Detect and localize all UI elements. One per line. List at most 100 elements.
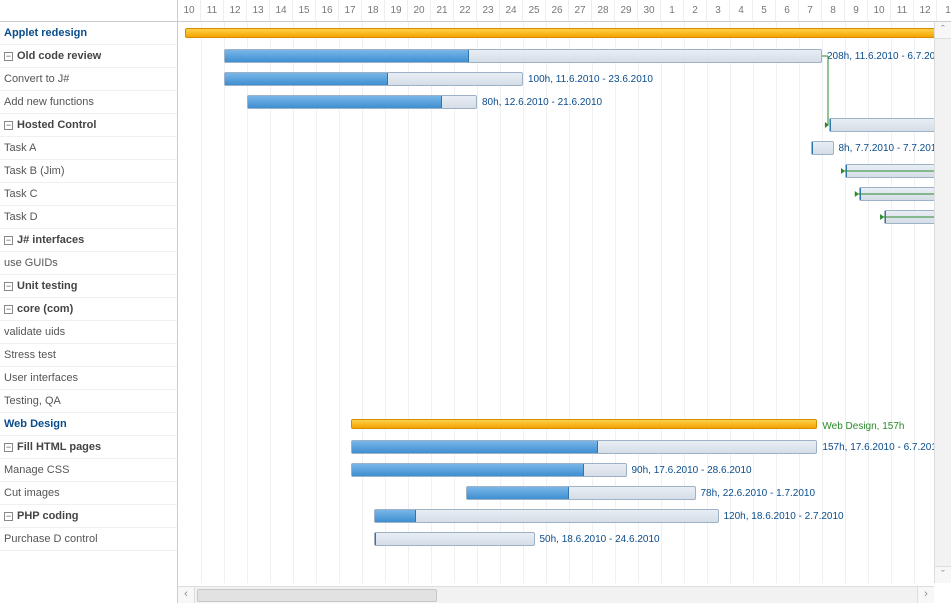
gantt-chart: Applet redesign−Old code reviewConvert t…	[0, 0, 951, 603]
gantt-bar[interactable]: 100h, 11.6.2010 - 23.6.2010	[224, 72, 523, 86]
row-label: Task A	[4, 142, 36, 154]
collapse-icon[interactable]: −	[4, 121, 13, 130]
progress-fill	[812, 142, 813, 154]
tree-row[interactable]: Convert to J#	[0, 68, 177, 91]
scroll-down-icon[interactable]: ˇ	[935, 566, 951, 583]
bar-caption: 120h, 18.6.2010 - 2.7.2010	[724, 510, 844, 524]
tree-row[interactable]: −Hosted Control	[0, 114, 177, 137]
progress-fill	[225, 50, 469, 62]
progress-fill	[225, 73, 388, 85]
gantt-bar[interactable]: 120h, 18.6.2010 - 2.7.2010	[374, 509, 719, 523]
task-tree-panel: Applet redesign−Old code reviewConvert t…	[0, 0, 178, 603]
collapse-icon[interactable]: −	[4, 305, 13, 314]
collapse-icon[interactable]: −	[4, 236, 13, 245]
row-label: User interfaces	[4, 372, 78, 384]
bar-caption: 208h, 11.6.2010 - 6.7.2010	[827, 50, 946, 64]
timeline-header: 1011121314151617181920212223242526272829…	[178, 0, 951, 22]
timeline-tick: 26	[546, 0, 569, 21]
tree-row[interactable]: User interfaces	[0, 367, 177, 390]
gantt-bar[interactable]: 78h, 22.6.2010 - 1.7.2010	[466, 486, 696, 500]
tree-row[interactable]: Add new functions	[0, 91, 177, 114]
tree-row[interactable]: Task B (Jim)	[0, 160, 177, 183]
timeline-tick: 1	[937, 0, 951, 21]
progress-fill	[375, 533, 376, 545]
chart-row: 50h, 18.6.2010 - 24.6.2010	[178, 528, 951, 551]
tree-row[interactable]: Stress test	[0, 344, 177, 367]
chart-row	[178, 183, 951, 206]
tree-row[interactable]: Cut images	[0, 482, 177, 505]
bar-caption: 50h, 18.6.2010 - 24.6.2010	[540, 533, 660, 547]
timeline-tick: 1	[661, 0, 684, 21]
timeline-tick: 2	[684, 0, 707, 21]
bar-caption: 90h, 17.6.2010 - 28.6.2010	[632, 464, 752, 478]
bar-caption: 78h, 22.6.2010 - 1.7.2010	[701, 487, 816, 501]
timeline-tick: 14	[270, 0, 293, 21]
row-label: Task D	[4, 211, 38, 223]
gantt-bar[interactable]: 90h, 17.6.2010 - 28.6.2010	[351, 463, 627, 477]
timeline-tick: 11	[201, 0, 224, 21]
tree-row[interactable]: −core (com)	[0, 298, 177, 321]
collapse-icon[interactable]: −	[4, 512, 13, 521]
bar-caption: 157h, 17.6.2010 - 6.7.2010	[822, 441, 942, 455]
tree-row[interactable]: Purchase D control	[0, 528, 177, 551]
chart-row	[178, 22, 951, 45]
collapse-icon[interactable]: −	[4, 52, 13, 61]
progress-fill	[352, 441, 598, 453]
timeline-tick: 13	[247, 0, 270, 21]
chart-row	[178, 390, 951, 413]
tree-row[interactable]: −Unit testing	[0, 275, 177, 298]
row-label: J# interfaces	[17, 234, 84, 246]
row-label: Old code review	[17, 50, 101, 62]
chart-row	[178, 321, 951, 344]
timeline-tick: 27	[569, 0, 592, 21]
tree-row[interactable]: Testing, QA	[0, 390, 177, 413]
tree-row[interactable]: −Old code review	[0, 45, 177, 68]
tree-row[interactable]: Applet redesign	[0, 22, 177, 45]
progress-fill	[248, 96, 442, 108]
tree-row[interactable]: validate uids	[0, 321, 177, 344]
tree-row[interactable]: −Fill HTML pages	[0, 436, 177, 459]
gantt-bar[interactable]: 80h, 12.6.2010 - 21.6.2010	[247, 95, 477, 109]
timeline-tick: 23	[477, 0, 500, 21]
scroll-thumb[interactable]	[197, 589, 437, 602]
row-label: Purchase D control	[4, 533, 98, 545]
tree-row[interactable]: Web Design	[0, 413, 177, 436]
scroll-left-icon[interactable]: ‹	[178, 587, 195, 603]
chart-row: 120h, 18.6.2010 - 2.7.2010	[178, 505, 951, 528]
timeline-tick: 15	[293, 0, 316, 21]
chart-row: 208h, 11.6.2010 - 6.7.2010	[178, 45, 951, 68]
timeline-tick: 19	[385, 0, 408, 21]
collapse-icon[interactable]: −	[4, 443, 13, 452]
tree-row[interactable]: use GUIDs	[0, 252, 177, 275]
bar-caption: 80h, 12.6.2010 - 21.6.2010	[482, 96, 602, 110]
chart-row: 8h, 7.7.2010 - 7.7.2010	[178, 137, 951, 160]
scroll-up-icon[interactable]: ˆ	[935, 22, 951, 39]
tree-row[interactable]: Task A	[0, 137, 177, 160]
tree-row[interactable]: Task C	[0, 183, 177, 206]
chart-row	[178, 367, 951, 390]
vertical-scrollbar[interactable]: ˆ ˇ	[934, 22, 951, 583]
tree-row[interactable]: −J# interfaces	[0, 229, 177, 252]
tree-row[interactable]: Manage CSS	[0, 459, 177, 482]
gantt-bar[interactable]	[185, 28, 951, 38]
timeline-tick: 12	[914, 0, 937, 21]
tree-row[interactable]: −PHP coding	[0, 505, 177, 528]
timeline-tick: 12	[224, 0, 247, 21]
scroll-right-icon[interactable]: ›	[917, 587, 934, 603]
gantt-bar[interactable]: Web Design, 157h	[351, 419, 818, 429]
tree-row[interactable]: Task D	[0, 206, 177, 229]
progress-fill	[375, 510, 416, 522]
gantt-bar[interactable]: 157h, 17.6.2010 - 6.7.2010	[351, 440, 818, 454]
timeline-tick: 24	[500, 0, 523, 21]
chart-row: 100h, 11.6.2010 - 23.6.2010	[178, 68, 951, 91]
timeline-tick: 10	[178, 0, 201, 21]
horizontal-scrollbar[interactable]: ‹ ›	[178, 586, 934, 603]
row-label: Applet redesign	[4, 27, 87, 39]
row-label: validate uids	[4, 326, 65, 338]
gantt-bar[interactable]: 50h, 18.6.2010 - 24.6.2010	[374, 532, 535, 546]
collapse-icon[interactable]: −	[4, 282, 13, 291]
gantt-bar[interactable]: 8h, 7.7.2010 - 7.7.2010	[811, 141, 834, 155]
chart-row: 90h, 17.6.2010 - 28.6.2010	[178, 459, 951, 482]
gantt-bar[interactable]: 208h, 11.6.2010 - 6.7.2010	[224, 49, 822, 63]
gantt-bar[interactable]	[829, 118, 951, 132]
